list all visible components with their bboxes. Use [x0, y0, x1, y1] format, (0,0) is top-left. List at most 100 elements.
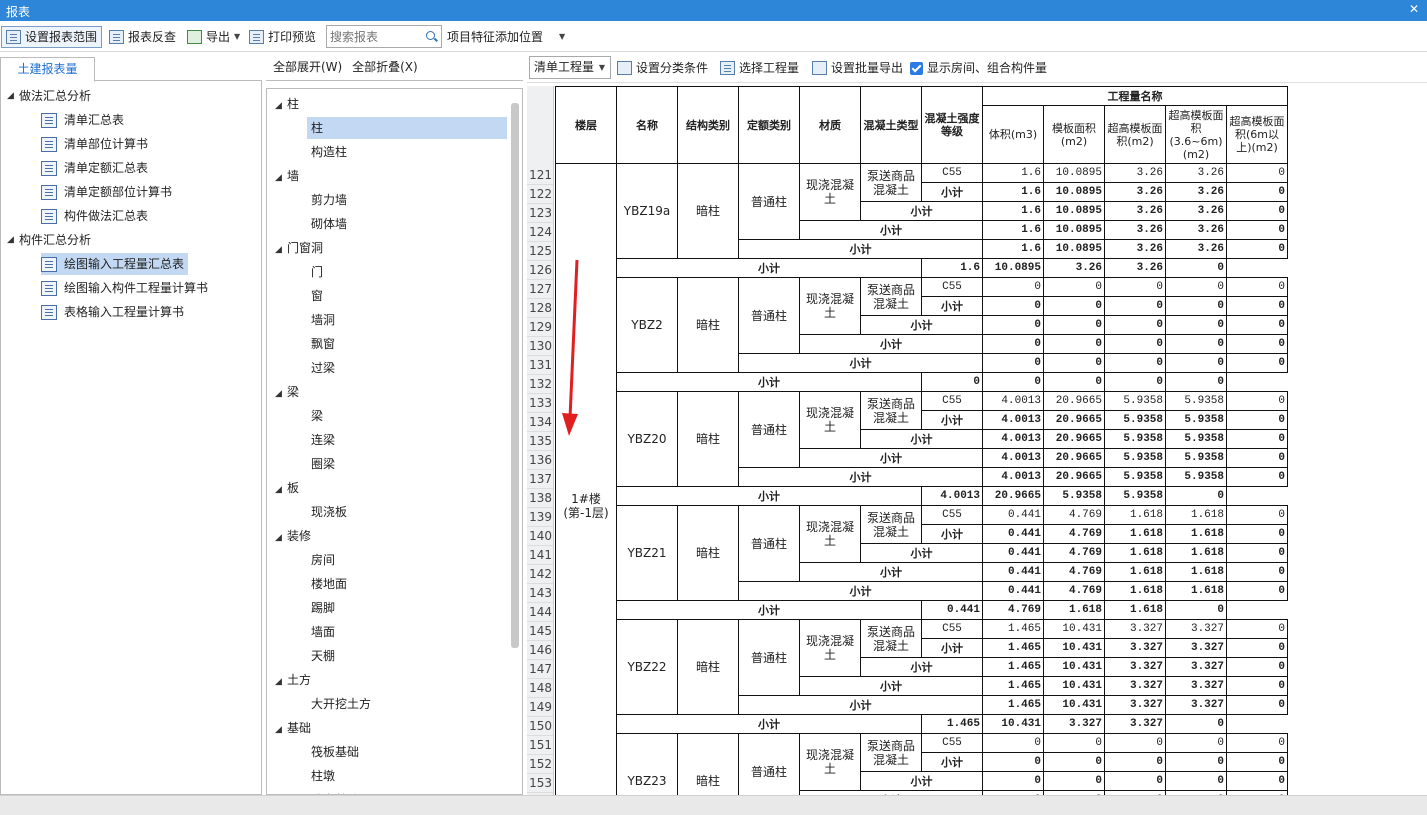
struct-cell: 暗柱 [677, 619, 739, 715]
scrollbar[interactable] [511, 103, 519, 648]
set-scope-button[interactable]: 设置报表范围 [1, 26, 103, 48]
expand-triangle-icon[interactable]: ◢ [275, 167, 287, 189]
component-item[interactable]: 剪力墙 [307, 189, 347, 211]
component-item[interactable]: 过梁 [307, 357, 335, 379]
search-icon[interactable] [426, 31, 435, 40]
report-item[interactable]: 清单部位计算书 [41, 133, 152, 155]
component-item[interactable]: 天棚 [307, 645, 335, 667]
value-cell: 1.6 [982, 239, 1044, 259]
feature-position-dropdown[interactable]: 项目特征添加位置 ▼ [447, 26, 567, 48]
select-quantity-button[interactable]: 选择工程量 [720, 58, 799, 78]
row-number: 129 [527, 318, 553, 337]
component-item[interactable]: 砌体墙 [307, 213, 347, 235]
component-item-label: 墙洞 [311, 313, 336, 327]
component-item[interactable]: 飘窗 [307, 333, 335, 355]
component-group-2[interactable]: ◢ 门窗洞 [275, 237, 323, 259]
component-group-label: 梁 [287, 385, 300, 399]
value-cell: 4.0013 [982, 448, 1044, 468]
show-rooms-checkbox[interactable]: 显示房间、组合构件量 [910, 58, 1047, 78]
component-group-label: 基础 [287, 721, 312, 735]
component-item[interactable]: 门 [307, 261, 323, 283]
value-cell: 0 [1226, 619, 1288, 639]
component-item[interactable]: 连梁 [307, 429, 335, 451]
report-item[interactable]: 绘图输入工程量汇总表 [41, 253, 189, 275]
tab-civil-reports[interactable]: 土建报表量 [0, 57, 95, 82]
expand-triangle-icon[interactable]: ◢ [275, 479, 287, 501]
component-item[interactable]: 梁 [307, 405, 323, 427]
component-group-5[interactable]: ◢ 装修 [275, 525, 311, 547]
report-item[interactable]: 绘图输入构件工程量计算书 [41, 277, 212, 299]
component-item[interactable]: 踢脚 [307, 597, 335, 619]
tree-group-0[interactable]: ◢ 做法汇总分析 [7, 85, 91, 107]
value-cell: 0 [1043, 315, 1105, 335]
value-cell: 0 [1104, 277, 1166, 297]
report-item-label: 表格输入工程量计算书 [64, 305, 185, 319]
report-item[interactable]: 表格输入工程量计算书 [41, 301, 188, 323]
component-item[interactable]: 墙洞 [307, 309, 335, 331]
batch-export-button[interactable]: 设置批量导出 [812, 58, 903, 78]
print-preview-button[interactable]: 打印预览 [249, 26, 316, 48]
component-group-0[interactable]: ◢ 柱 [275, 93, 299, 115]
expand-triangle-icon[interactable]: ◢ [275, 671, 287, 693]
expand-triangle-icon[interactable]: ◢ [7, 229, 19, 251]
checkbox-checked-icon[interactable] [910, 61, 923, 75]
component-item[interactable]: 窗 [307, 285, 323, 307]
header-concrete-grade: 混凝土强度等级 [921, 86, 983, 164]
component-group-6[interactable]: ◢ 土方 [275, 669, 311, 691]
report-item[interactable]: 清单定额部位计算书 [41, 181, 176, 203]
export-icon [187, 30, 202, 44]
expand-triangle-icon[interactable]: ◢ [275, 719, 287, 741]
subtotal-cell: 小计 [921, 410, 983, 430]
component-group-3[interactable]: ◢ 梁 [275, 381, 299, 403]
component-group-1[interactable]: ◢ 墙 [275, 165, 299, 187]
value-cell: 0 [1226, 201, 1288, 221]
component-item[interactable]: 现浇板 [307, 501, 347, 523]
row-number: 124 [527, 223, 553, 242]
value-cell: 4.769 [1043, 562, 1105, 582]
grade-cell: C55 [921, 505, 983, 525]
value-cell: 4.0013 [982, 391, 1044, 411]
value-cell: 5.9358 [1104, 410, 1166, 430]
quantity-type-select[interactable]: 清单工程量 ▼ [529, 56, 611, 79]
tree-group-1[interactable]: ◢ 构件汇总分析 [7, 229, 91, 251]
row-number: 123 [527, 204, 553, 223]
component-item[interactable]: 大开挖土方 [307, 693, 371, 715]
component-item[interactable]: 柱 [307, 117, 507, 139]
collapse-all-button[interactable]: 全部折叠(X) [352, 60, 418, 74]
report-item[interactable]: 构件做法汇总表 [41, 205, 152, 227]
component-item[interactable]: 柱墩 [307, 765, 335, 787]
expand-triangle-icon[interactable]: ◢ [275, 95, 287, 117]
component-group-7[interactable]: ◢ 基础 [275, 717, 311, 739]
component-item[interactable]: 墙面 [307, 621, 335, 643]
component-item[interactable]: 构造柱 [307, 141, 347, 163]
value-cell: 4.769 [1043, 505, 1105, 525]
value-cell: 3.327 [1165, 619, 1227, 639]
component-item[interactable]: 楼地面 [307, 573, 347, 595]
report-item[interactable]: 清单汇总表 [41, 109, 128, 131]
expand-all-button[interactable]: 全部展开(W) [273, 60, 342, 74]
close-icon[interactable]: ✕ [1409, 2, 1419, 16]
value-cell: 10.0895 [1043, 239, 1105, 259]
value-cell: 20.9665 [982, 486, 1044, 506]
expand-triangle-icon[interactable]: ◢ [275, 383, 287, 405]
value-cell: 10.0895 [1043, 182, 1105, 202]
component-group-4[interactable]: ◢ 板 [275, 477, 299, 499]
row-number: 147 [527, 660, 553, 679]
concrete-type-cell: 泵送商品混凝土 [860, 733, 922, 772]
component-item[interactable]: 圈梁 [307, 453, 335, 475]
expand-triangle-icon[interactable]: ◢ [275, 239, 287, 261]
set-category-button[interactable]: 设置分类条件 [617, 58, 708, 78]
review-button[interactable]: 报表反查 [109, 26, 176, 48]
report-item[interactable]: 清单定额汇总表 [41, 157, 152, 179]
search-input[interactable] [327, 26, 423, 47]
expand-triangle-icon[interactable]: ◢ [275, 527, 287, 549]
search-box [326, 25, 442, 48]
subtotal-cell: 小计 [616, 486, 922, 506]
expand-triangle-icon[interactable]: ◢ [7, 85, 19, 107]
report-item-label: 清单汇总表 [64, 113, 125, 127]
value-cell: 4.769 [982, 600, 1044, 620]
component-item[interactable]: 房间 [307, 549, 335, 571]
component-item[interactable]: 筏板基础 [307, 741, 359, 763]
value-cell: 3.26 [1104, 220, 1166, 240]
export-button[interactable]: 导出 ▼ [187, 26, 240, 48]
